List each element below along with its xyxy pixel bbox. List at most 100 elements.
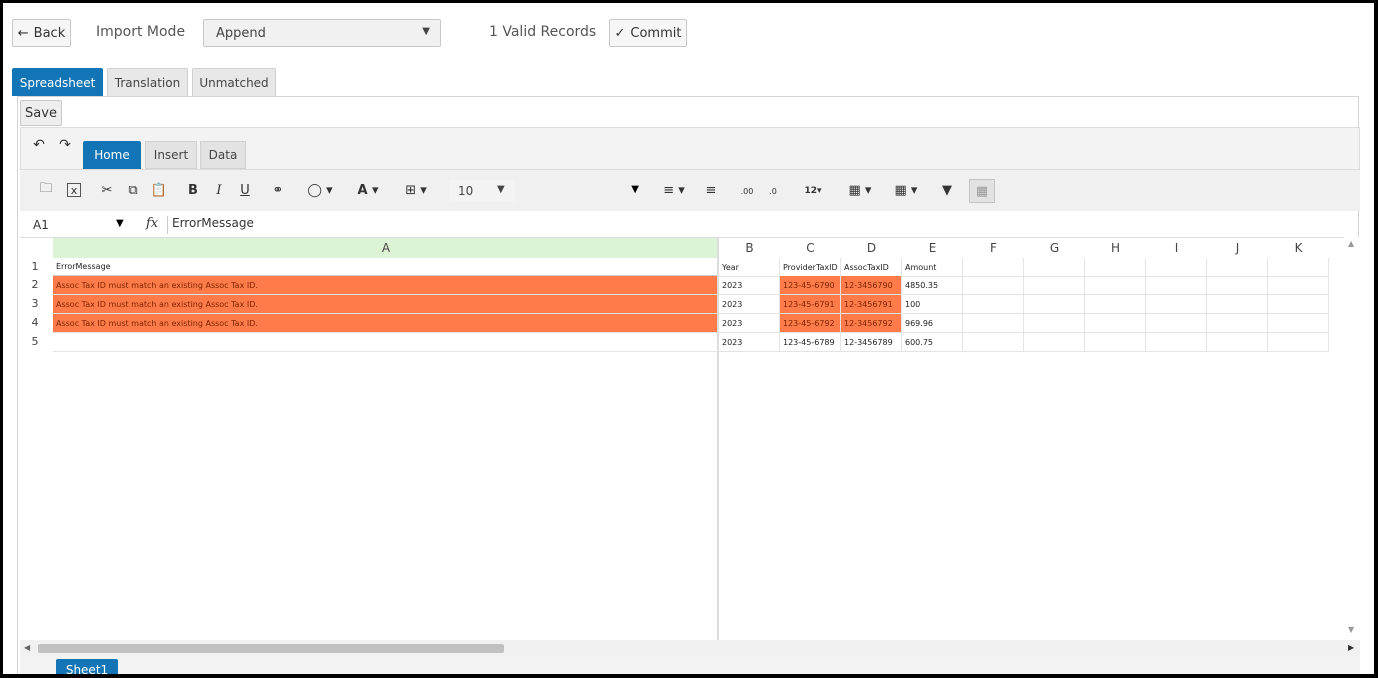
horizontal-scroll-thumb[interactable] [38, 644, 504, 653]
back-button[interactable]: ← Back [12, 19, 71, 47]
excel-icon[interactable]: x [67, 183, 81, 197]
borders-icon[interactable]: ⊞ ▾ [401, 182, 431, 198]
cell-f1[interactable] [963, 258, 1024, 277]
column-header-j[interactable]: J [1207, 238, 1268, 258]
tab-translation[interactable]: Translation [107, 68, 188, 96]
import-mode-select[interactable]: Append ▼ [203, 19, 441, 47]
cell-c5[interactable]: 123-45-6789 [780, 333, 841, 352]
tab-unmatched[interactable]: Unmatched [192, 68, 276, 96]
row-header-5[interactable]: 5 [20, 335, 50, 348]
column-header-k[interactable]: K [1268, 238, 1329, 258]
cell-g2[interactable] [1024, 276, 1085, 295]
decrease-decimal-icon[interactable]: .0 [765, 184, 781, 198]
cell-d2[interactable]: 12-3456790 [841, 276, 902, 295]
column-header-d[interactable]: D [841, 238, 902, 258]
cell-k5[interactable] [1268, 333, 1329, 352]
select-all-corner[interactable] [20, 238, 53, 258]
format-cells-icon[interactable]: ▦ ▾ [891, 182, 921, 198]
cell-i4[interactable] [1146, 314, 1207, 333]
column-header-e[interactable]: E [902, 238, 963, 258]
cell-c4[interactable]: 123-45-6792 [780, 314, 841, 333]
cell-i1[interactable] [1146, 258, 1207, 277]
redo-icon[interactable]: ↷ [57, 137, 73, 153]
cell-i3[interactable] [1146, 295, 1207, 314]
commit-button[interactable]: ✓ Commit [609, 19, 687, 47]
column-header-g[interactable]: G [1024, 238, 1085, 258]
font-size-select[interactable]: 10 ▼ [449, 180, 515, 202]
cell-a1[interactable]: ErrorMessage [53, 258, 719, 277]
cell-k3[interactable] [1268, 295, 1329, 314]
cell-c1[interactable]: ProviderTaxID [780, 258, 841, 277]
column-header-a[interactable]: A [53, 238, 719, 258]
column-header-i[interactable]: I [1146, 238, 1207, 258]
cell-g4[interactable] [1024, 314, 1085, 333]
cell-f4[interactable] [963, 314, 1024, 333]
cell-j5[interactable] [1207, 333, 1268, 352]
column-header-f[interactable]: F [963, 238, 1024, 258]
vertical-scrollbar[interactable]: ▲ ▼ [1344, 237, 1360, 640]
cell-f2[interactable] [963, 276, 1024, 295]
cell-e1[interactable]: Amount [902, 258, 963, 277]
cell-c3[interactable]: 123-45-6791 [780, 295, 841, 314]
cell-f3[interactable] [963, 295, 1024, 314]
row-header-3[interactable]: 3 [20, 297, 50, 310]
cell-h5[interactable] [1085, 333, 1146, 352]
cell-e2[interactable]: 4850.35 [902, 276, 963, 295]
cell-f5[interactable] [963, 333, 1024, 352]
cell-b2[interactable]: 2023 [719, 276, 780, 295]
cell-a3[interactable]: Assoc Tax ID must match an existing Asso… [53, 295, 719, 314]
italic-icon[interactable]: I [212, 182, 226, 198]
cell-k4[interactable] [1268, 314, 1329, 333]
paste-icon[interactable]: 📋 [151, 182, 167, 198]
font-color-icon[interactable]: A ▾ [353, 182, 383, 198]
save-button[interactable]: Save [20, 100, 62, 126]
column-header-b[interactable]: B [719, 238, 780, 258]
cell-b4[interactable]: 2023 [719, 314, 780, 333]
cell-i2[interactable] [1146, 276, 1207, 295]
cell-j1[interactable] [1207, 258, 1268, 277]
cell-c2[interactable]: 123-45-6790 [780, 276, 841, 295]
cell-e3[interactable]: 100 [902, 295, 963, 314]
cut-icon[interactable]: ✂ [99, 182, 115, 198]
cell-h1[interactable] [1085, 258, 1146, 277]
cell-h4[interactable] [1085, 314, 1146, 333]
scroll-up-icon[interactable]: ▲ [1348, 239, 1354, 248]
ribbon-tab-data[interactable]: Data [200, 141, 246, 169]
spreadsheet-grid[interactable]: ABCDEFGHIJK 1 2 3 4 5 ErrorMessage Year Provid… [20, 237, 1360, 643]
table-icon[interactable]: ▦ ▾ [845, 182, 875, 198]
open-icon[interactable]: 🗀 [39, 181, 53, 197]
column-header-c[interactable]: C [780, 238, 841, 258]
cell-b1[interactable]: Year [719, 258, 780, 277]
bold-icon[interactable]: B [186, 182, 200, 198]
undo-icon[interactable]: ↶ [31, 137, 47, 153]
cell-e5[interactable]: 600.75 [902, 333, 963, 352]
row-header-2[interactable]: 2 [20, 278, 50, 291]
scroll-left-icon[interactable]: ◀ [24, 643, 30, 652]
cell-d4[interactable]: 12-3456792 [841, 314, 902, 333]
cell-g3[interactable] [1024, 295, 1085, 314]
number-format-icon[interactable]: 12▾ [803, 184, 823, 198]
ribbon-tab-insert[interactable]: Insert [145, 141, 197, 169]
scroll-down-icon[interactable]: ▼ [1348, 625, 1354, 634]
cell-a2[interactable]: Assoc Tax ID must match an existing Asso… [53, 276, 719, 295]
cell-j2[interactable] [1207, 276, 1268, 295]
cell-k2[interactable] [1268, 276, 1329, 295]
filter-icon[interactable]: ▼ [939, 182, 955, 198]
scroll-right-icon[interactable]: ▶ [1348, 643, 1354, 652]
cell-e4[interactable]: 969.96 [902, 314, 963, 333]
cell-d3[interactable]: 12-3456791 [841, 295, 902, 314]
cell-g1[interactable] [1024, 258, 1085, 277]
cell-d5[interactable]: 12-3456789 [841, 333, 902, 352]
formula-input[interactable]: ErrorMessage [167, 216, 1352, 234]
row-header-4[interactable]: 4 [20, 316, 50, 329]
gridlines-icon[interactable]: ▦ [969, 179, 995, 203]
tab-spreadsheet[interactable]: Spreadsheet [12, 68, 103, 96]
sheet-tab-sheet1[interactable]: Sheet1 [56, 659, 118, 674]
cell-i5[interactable] [1146, 333, 1207, 352]
cell-b5[interactable]: 2023 [719, 333, 780, 352]
font-family-select[interactable]: ▼ [521, 180, 641, 202]
cell-j4[interactable] [1207, 314, 1268, 333]
column-header-h[interactable]: H [1085, 238, 1146, 258]
underline-icon[interactable]: U [238, 182, 252, 198]
cell-g5[interactable] [1024, 333, 1085, 352]
